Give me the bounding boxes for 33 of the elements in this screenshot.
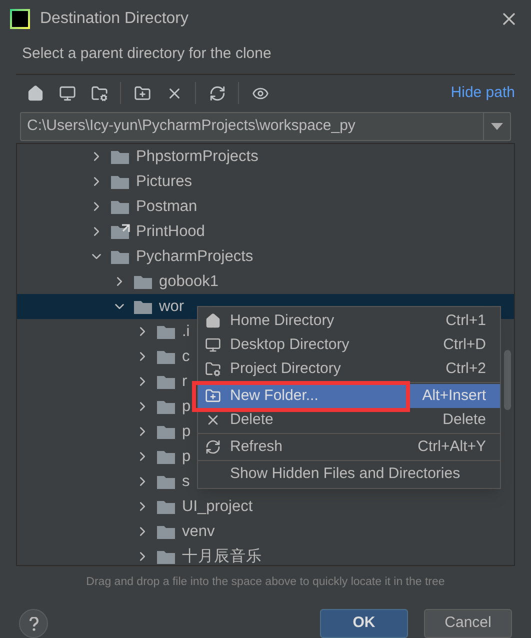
menu-shortcut: Ctrl+D	[443, 334, 486, 355]
window-title: Destination Directory	[40, 8, 190, 29]
dialog-subtitle: Select a parent directory for the clone	[22, 44, 272, 62]
folder-name: r	[182, 372, 188, 392]
folder-name: wor	[159, 296, 184, 317]
folder-name: p	[182, 422, 191, 442]
menu-label: Home Directory	[230, 310, 336, 331]
folder-name: UI_project	[182, 496, 253, 517]
folder-name: 十月辰音乐	[182, 546, 262, 565]
menu-label: Refresh	[230, 436, 284, 457]
folder-name: s	[182, 472, 190, 492]
hint-text: Drag and drop a file into the space above to quickly locate it in the tree	[86, 576, 445, 588]
menu-label: Delete	[230, 410, 274, 430]
folder-name: PrintHood	[136, 222, 205, 242]
menu-shortcut: Ctrl+2	[446, 358, 486, 379]
folder-name: PhpstormProjects	[136, 146, 258, 167]
folder-name: Pictures	[136, 172, 192, 192]
menu-label: Desktop Directory	[230, 334, 350, 355]
folder-name: .i	[182, 322, 190, 342]
folder-name: p	[182, 396, 191, 417]
menu-shortcut: Ctrl+Alt+Y	[418, 436, 486, 457]
folder-name: gobook1	[159, 272, 218, 292]
folder-name: venv	[182, 522, 215, 542]
menu-label: Show Hidden Files and Directories	[230, 464, 462, 484]
folder-name: c	[182, 346, 190, 367]
menu-shortcut: Delete	[442, 410, 486, 430]
menu-label: Project Directory	[230, 358, 342, 379]
folder-name: PycharmProjects	[136, 246, 254, 267]
folder-name: Postman	[136, 196, 198, 217]
menu-shortcut: Alt+Insert	[422, 386, 486, 406]
menu-label: New Folder...	[230, 386, 320, 406]
folder-name: p	[182, 446, 191, 467]
menu-shortcut: Ctrl+1	[446, 310, 486, 331]
